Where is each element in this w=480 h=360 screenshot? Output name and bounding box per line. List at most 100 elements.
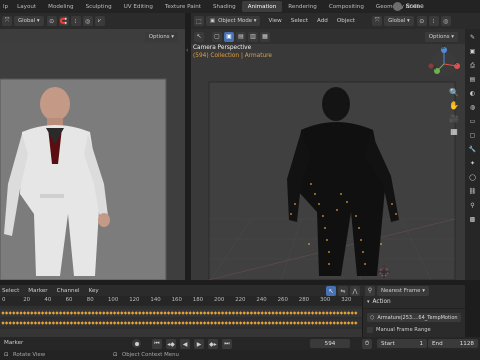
action-header-label: Action	[372, 299, 391, 305]
proportional-icon[interactable]: ◎	[440, 16, 451, 26]
orientation-icon[interactable]: ⤧	[372, 16, 383, 26]
object-mode-icon: ▣	[210, 18, 216, 24]
right-orientation-dropdown[interactable]: Global ▾	[384, 16, 414, 26]
mode-label: Object Mode	[218, 18, 253, 24]
tab-sculpting[interactable]: Sculpting	[80, 1, 118, 12]
prev-keyframe-icon[interactable]: ◂◆	[166, 339, 176, 349]
next-keyframe-icon[interactable]: ◆▸	[208, 339, 218, 349]
tab-layout[interactable]: Layout	[11, 1, 42, 12]
snap-icon[interactable]: ⁝	[428, 16, 439, 26]
render-tab-icon[interactable]: ▣	[467, 46, 478, 57]
marker-label[interactable]: Marker	[4, 340, 23, 346]
grid-view-icon[interactable]: ▦	[450, 127, 458, 136]
camera-view-icon[interactable]: 🎥	[449, 114, 459, 123]
preview-range-icon[interactable]: ⏱	[362, 339, 372, 349]
menu-key[interactable]: Key	[89, 288, 99, 294]
view-layer-tab-icon[interactable]: ▤	[467, 74, 478, 85]
app-menu-fragment[interactable]: lp	[0, 1, 11, 12]
scene-icon	[393, 2, 402, 11]
normalize-icon[interactable]: ⇋	[338, 286, 348, 296]
data-tab-icon[interactable]: ⚲	[467, 200, 478, 211]
constraints-tab-icon[interactable]: ⛓	[467, 186, 478, 197]
orientation-icon[interactable]: ⤧	[2, 16, 12, 26]
tab-compositing[interactable]: Compositing	[323, 1, 370, 12]
status-bar: ⊡ Rotate View ⊡ Object Context Menu	[0, 350, 480, 360]
menu-marker[interactable]: Marker	[28, 288, 47, 294]
select-invert-icon[interactable]: ▦	[260, 31, 270, 42]
output-tab-icon[interactable]: ⎙	[467, 60, 478, 71]
mode-dropdown[interactable]: ▣ Object Mode ▾	[206, 16, 261, 26]
select-new-icon[interactable]: ▣	[224, 31, 234, 42]
proportional-options-icon[interactable]: ⩗	[94, 16, 105, 26]
tab-texture-paint[interactable]: Texture Paint	[159, 1, 207, 12]
jump-start-icon[interactable]: ⏮	[152, 339, 162, 349]
left-options-button[interactable]: Options ▾	[144, 32, 178, 42]
ruler-tick-label: 20	[23, 297, 31, 303]
left-options-bar: Options ▾	[0, 29, 185, 44]
cursor-tool-icon[interactable]: ↖	[194, 31, 204, 42]
manual-range-checkbox[interactable]: Manual Frame Range	[367, 327, 461, 333]
zoom-icon[interactable]: 🔍	[449, 88, 459, 97]
current-frame-field[interactable]: 594	[310, 339, 350, 348]
snap-options-icon[interactable]: ⁝	[70, 16, 81, 26]
tab-rendering[interactable]: Rendering	[282, 1, 323, 12]
tab-uv-editing[interactable]: UV Editing	[118, 1, 159, 12]
timeline-ruler[interactable]: 0 20 40 60 80 100 120 140 160 180 200 220 240 260 280 3…	[0, 296, 362, 306]
record-icon	[134, 341, 139, 346]
mode-button-icon[interactable]: ▢	[212, 31, 222, 42]
right-viewport-canvas	[191, 44, 465, 280]
pivot-icon[interactable]: ⊙	[46, 16, 57, 26]
menu-object[interactable]: Object	[337, 18, 355, 24]
action-name-field[interactable]: ⬡ Armature|253....64_TempMotion	[367, 313, 461, 322]
action-section-header[interactable]: ▾ Action	[363, 296, 465, 309]
current-frame-value: 594	[324, 340, 336, 347]
physics-tab-icon[interactable]: ◯	[467, 172, 478, 183]
menu-select[interactable]: Select	[2, 288, 19, 294]
timeline-keyframe-area[interactable]	[0, 306, 362, 337]
world-tab-icon[interactable]: ◍	[467, 102, 478, 113]
tab-modeling[interactable]: Modeling	[42, 1, 79, 12]
play-reverse-icon[interactable]: ◀	[180, 339, 190, 349]
left-viewport-header: ⤧ Global ▾ ⊙ 🧲 ⁝ ◎ ⩗	[0, 13, 185, 29]
editor-type-icon[interactable]: ⬚	[194, 16, 204, 26]
tab-animation[interactable]: Animation	[241, 1, 283, 12]
snap-icon[interactable]: 🧲	[58, 16, 69, 26]
snap-mode-dropdown[interactable]: Nearest Frame ▾	[377, 285, 429, 296]
texture-tab-icon[interactable]: ▩	[467, 214, 478, 225]
select-extend-icon[interactable]: ▤	[236, 31, 246, 42]
menu-add[interactable]: Add	[317, 18, 328, 24]
modifier-tab-icon[interactable]: 🔧	[467, 144, 478, 155]
proportional-icon[interactable]: ◎	[82, 16, 93, 26]
tab-shading[interactable]: Shading	[207, 1, 242, 12]
play-icon[interactable]: ▶	[194, 339, 204, 349]
pivot-icon[interactable]: ⊙	[416, 16, 427, 26]
tab-label: Texture Paint	[164, 3, 201, 10]
area-split-icon: ‹	[186, 47, 189, 54]
filter-icon[interactable]: ⋀	[350, 286, 360, 296]
menu-select[interactable]: Select	[291, 18, 308, 24]
tab-label: Rendering	[288, 3, 317, 10]
collection-tab-icon[interactable]: ▭	[467, 116, 478, 127]
right-3d-viewport[interactable]: Camera Perspective (594) Collection | Ar…	[191, 44, 465, 280]
record-button[interactable]	[132, 339, 141, 348]
end-frame-field[interactable]: End 1128	[428, 339, 478, 348]
tab-label: Modeling	[48, 3, 74, 10]
menu-channel[interactable]: Channel	[57, 288, 80, 294]
particles-tab-icon[interactable]: ✦	[467, 158, 478, 169]
gizmo-y-label: Y	[434, 67, 437, 72]
snap-toggle-icon[interactable]: ⚲	[365, 285, 375, 296]
select-subtract-icon[interactable]: ▥	[248, 31, 258, 42]
left-camera-viewport[interactable]	[0, 44, 185, 280]
pan-hand-icon[interactable]: ✋	[449, 101, 459, 110]
tool-tab-icon[interactable]: ✎	[467, 32, 478, 43]
scene-tab-icon[interactable]: ◐	[467, 88, 478, 99]
ruler-tick-label: 160	[171, 297, 182, 303]
menu-view[interactable]: View	[268, 18, 281, 24]
scene-selector[interactable]: Scene	[393, 1, 424, 12]
jump-end-icon[interactable]: ⏭	[222, 339, 232, 349]
object-tab-icon[interactable]: ▢	[467, 130, 478, 141]
right-options-button[interactable]: Options ▾	[424, 32, 458, 42]
start-frame-field[interactable]: Start 1	[377, 339, 427, 348]
left-orientation-dropdown[interactable]: Global ▾	[14, 16, 44, 26]
cursor-select-icon[interactable]: ↖	[326, 286, 336, 296]
